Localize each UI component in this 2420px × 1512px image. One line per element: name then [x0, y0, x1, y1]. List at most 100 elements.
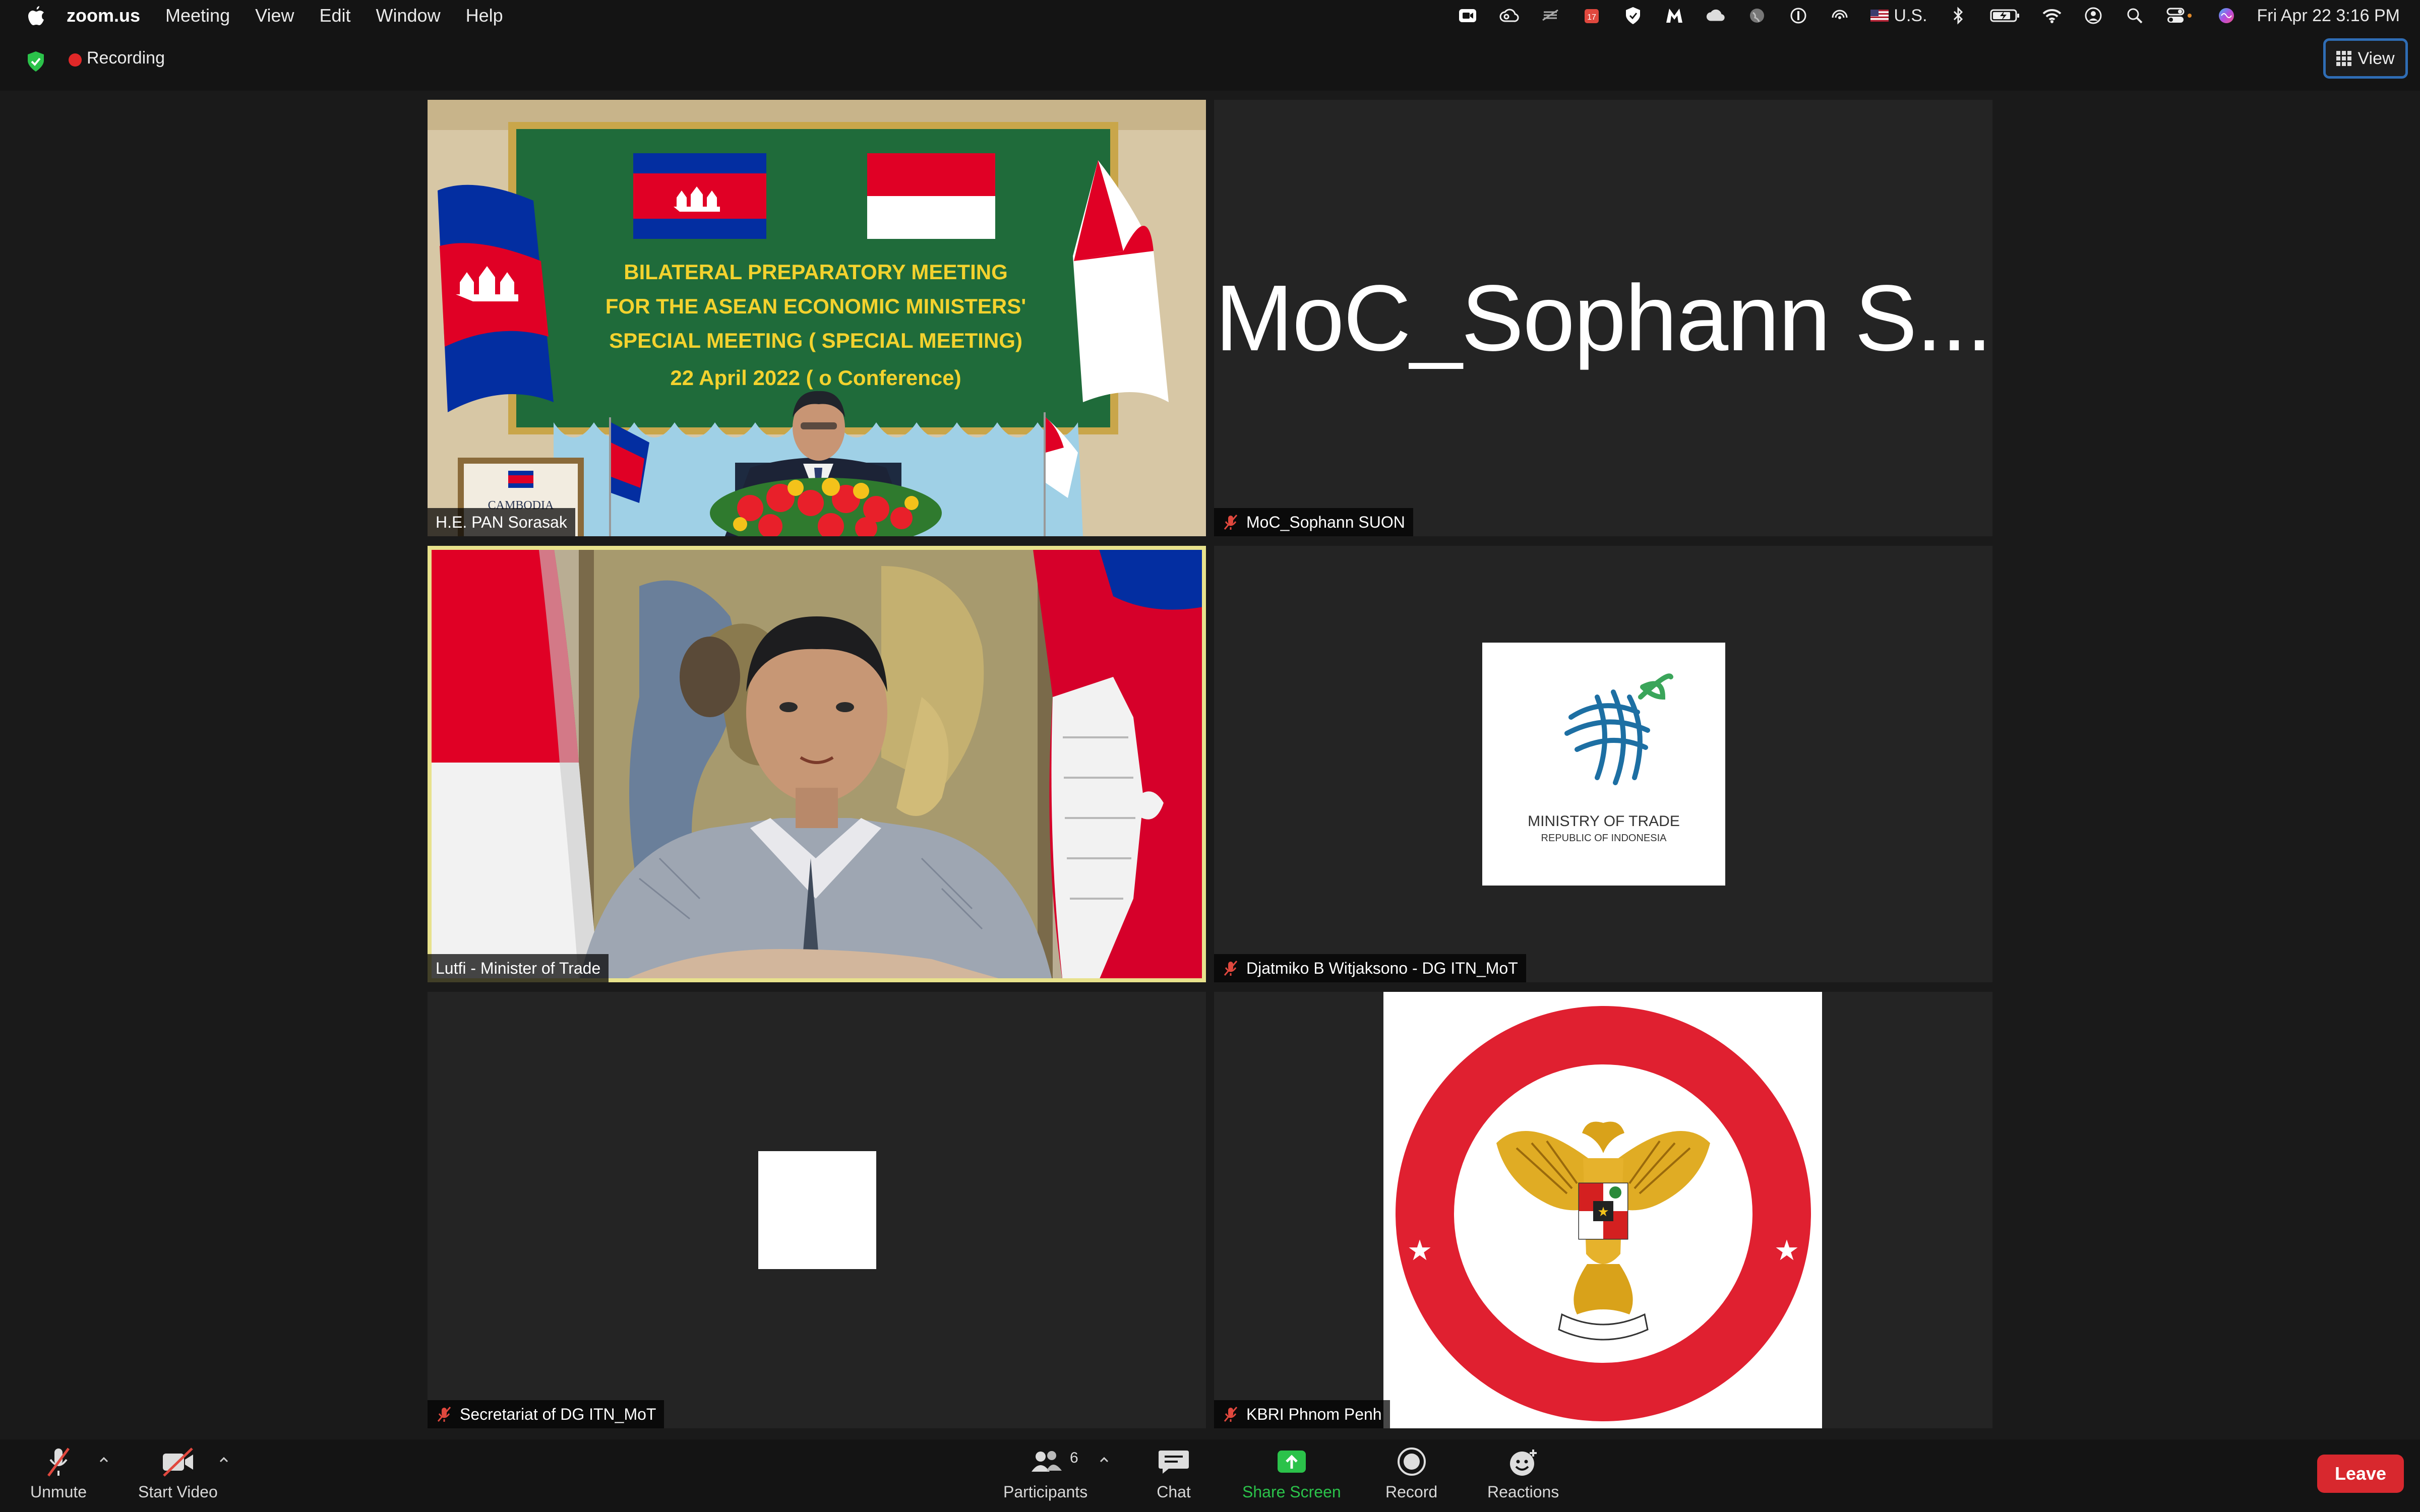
menu-app-name[interactable]: zoom.us	[67, 5, 140, 26]
profile-logo-embassy-seal: EMBASSY OF THE REPUBLIC OF INDONESIA PHN…	[1214, 992, 1822, 1428]
chat-label: Chat	[1157, 1483, 1191, 1501]
creative-cloud-icon[interactable]	[1498, 6, 1520, 26]
logo-text-line-1: MINISTRY OF TRADE	[1528, 813, 1680, 830]
bluetooth-icon[interactable]	[1948, 6, 1969, 26]
mic-muted-icon	[1224, 1407, 1238, 1422]
menu-clock[interactable]: Fri Apr 22 3:16 PM	[2257, 6, 2400, 26]
video-feed-lutfi	[428, 546, 1206, 982]
menu-bar: zoom.us Meeting View Edit Window Help 17	[0, 0, 2420, 31]
leave-button[interactable]: Leave	[2317, 1455, 2404, 1493]
video-tile-pan-sorasak[interactable]: BILATERAL PREPARATORY MEETING FOR THE AS…	[428, 100, 1206, 536]
chat-button[interactable]: Chat	[1156, 1445, 1192, 1501]
chat-bubble-icon	[1159, 1451, 1189, 1474]
recording-label: Recording	[87, 48, 165, 68]
start-video-label: Start Video	[138, 1483, 218, 1501]
one-password-icon[interactable]	[1788, 6, 1809, 26]
svg-text:17: 17	[1588, 13, 1597, 22]
meeting-toolbar: Unmute Start Video Participants 6 Chat S…	[0, 1439, 2420, 1512]
view-button[interactable]: View	[2323, 38, 2408, 79]
participant-name-label: KBRI Phnom Penh	[1214, 1400, 1390, 1428]
participant-name: Lutfi - Minister of Trade	[436, 959, 601, 977]
video-tile-kbri-phnom-penh[interactable]: EMBASSY OF THE REPUBLIC OF INDONESIA PHN…	[1214, 992, 1992, 1428]
video-tile-sophann-suon[interactable]: MoC_Sophann S... MoC_Sophann SUON	[1214, 100, 1992, 536]
leave-label: Leave	[2334, 1463, 2387, 1484]
menu-meeting[interactable]: Meeting	[165, 5, 230, 26]
share-screen-label: Share Screen	[1242, 1483, 1341, 1501]
grid-view-icon	[2336, 51, 2352, 66]
participant-name-label: Secretariat of DG ITN_MoT	[428, 1400, 664, 1428]
mic-muted-icon	[437, 1407, 451, 1422]
start-video-button[interactable]: Start Video	[138, 1445, 218, 1501]
calendar-icon[interactable]: 17	[1581, 6, 1602, 26]
participant-name-label: Lutfi - Minister of Trade	[428, 954, 609, 982]
reactions-smiley-icon	[1510, 1450, 1537, 1476]
battery-icon[interactable]	[1989, 6, 2021, 26]
security-shield-icon[interactable]	[1622, 6, 1644, 26]
menu-help[interactable]: Help	[466, 5, 503, 26]
video-tile-djatmiko[interactable]: MINISTRY OF TRADE REPUBLIC OF INDONESIA …	[1214, 546, 1992, 982]
apple-icon[interactable]	[25, 5, 46, 26]
meeting-top-bar	[0, 31, 2420, 91]
participant-name: Secretariat of DG ITN_MoT	[460, 1405, 656, 1423]
participant-name: H.E. PAN Sorasak	[436, 513, 567, 531]
video-tile-lutfi[interactable]: Lutfi - Minister of Trade	[428, 546, 1206, 982]
video-off-icon	[162, 1447, 193, 1477]
view-button-label: View	[2357, 48, 2395, 68]
banner-line-3: SPECIAL MEETING ( SPECIAL MEETING)	[609, 329, 1022, 352]
banner-line-1: BILATERAL PREPARATORY MEETING	[624, 260, 1008, 284]
record-icon	[1397, 1447, 1426, 1476]
control-center-icon[interactable]	[2165, 6, 2196, 26]
reactions-button[interactable]: Reactions	[1487, 1445, 1559, 1501]
svg-text:★: ★	[1597, 1204, 1609, 1219]
mic-muted-icon	[47, 1447, 70, 1477]
participant-name: Djatmiko B Witjaksono - DG ITN_MoT	[1246, 959, 1518, 977]
zoom-camera-icon[interactable]	[1457, 6, 1478, 26]
video-options-chevron-icon[interactable]	[218, 1454, 230, 1466]
profile-picture-blank	[758, 1151, 876, 1269]
svg-text:★: ★	[1774, 1234, 1799, 1266]
participants-count: 6	[1070, 1450, 1078, 1466]
video-tile-secretariat[interactable]: Secretariat of DG ITN_MoT	[428, 992, 1206, 1428]
globe-icon[interactable]	[1746, 6, 1768, 26]
cloud-icon[interactable]	[1705, 6, 1726, 26]
wifi-icon[interactable]	[2041, 6, 2063, 26]
us-flag-icon	[1870, 10, 1889, 22]
svg-text:★: ★	[1407, 1234, 1432, 1266]
reactions-label: Reactions	[1487, 1483, 1559, 1501]
participant-name: MoC_Sophann SUON	[1246, 513, 1405, 531]
audio-options-chevron-icon[interactable]	[98, 1454, 110, 1466]
airdrop-icon[interactable]	[1829, 6, 1850, 26]
banner-line-2: FOR THE ASEAN ECONOMIC MINISTERS'	[606, 294, 1026, 318]
participant-display-name: MoC_Sophann S...	[1215, 266, 1992, 370]
profile-logo-ministry-of-trade: MINISTRY OF TRADE REPUBLIC OF INDONESIA	[1482, 643, 1725, 886]
siri-icon[interactable]	[2216, 6, 2237, 26]
menu-edit[interactable]: Edit	[319, 5, 350, 26]
share-screen-icon	[1277, 1451, 1306, 1473]
unmute-button[interactable]: Unmute	[30, 1445, 87, 1501]
participant-name-label: H.E. PAN Sorasak	[428, 508, 575, 536]
participants-label: Participants	[1003, 1483, 1088, 1501]
menu-window[interactable]: Window	[376, 5, 441, 26]
input-source-label: U.S.	[1894, 6, 1927, 25]
banner-line-4: 22 April 2022 ( o Conference)	[670, 366, 961, 390]
record-button[interactable]: Record	[1385, 1445, 1437, 1501]
logo-text-line-2: REPUBLIC OF INDONESIA	[1541, 833, 1667, 844]
record-label: Record	[1385, 1483, 1438, 1501]
participant-name-label: Djatmiko B Witjaksono - DG ITN_MoT	[1214, 954, 1526, 982]
mic-muted-icon	[1224, 961, 1238, 976]
encryption-shield-icon[interactable]	[26, 50, 45, 73]
share-screen-button[interactable]: Share Screen	[1242, 1445, 1341, 1501]
participant-name-label: MoC_Sophann SUON	[1214, 508, 1413, 536]
participants-options-chevron-icon[interactable]	[1098, 1454, 1110, 1466]
video-feed-pan-sorasak: BILATERAL PREPARATORY MEETING FOR THE AS…	[428, 100, 1206, 536]
screen-mirroring-off-icon[interactable]	[1540, 6, 1561, 26]
recording-dot-icon	[69, 53, 82, 67]
menu-view[interactable]: View	[255, 5, 294, 26]
input-source[interactable]: U.S.	[1870, 6, 1927, 26]
spotlight-search-icon[interactable]	[2124, 6, 2145, 26]
malwarebytes-icon[interactable]	[1664, 6, 1685, 26]
user-account-icon[interactable]	[2083, 6, 2104, 26]
video-gallery: BILATERAL PREPARATORY MEETING FOR THE AS…	[0, 91, 2420, 1439]
mic-muted-icon	[1224, 515, 1238, 530]
unmute-label: Unmute	[30, 1483, 87, 1501]
